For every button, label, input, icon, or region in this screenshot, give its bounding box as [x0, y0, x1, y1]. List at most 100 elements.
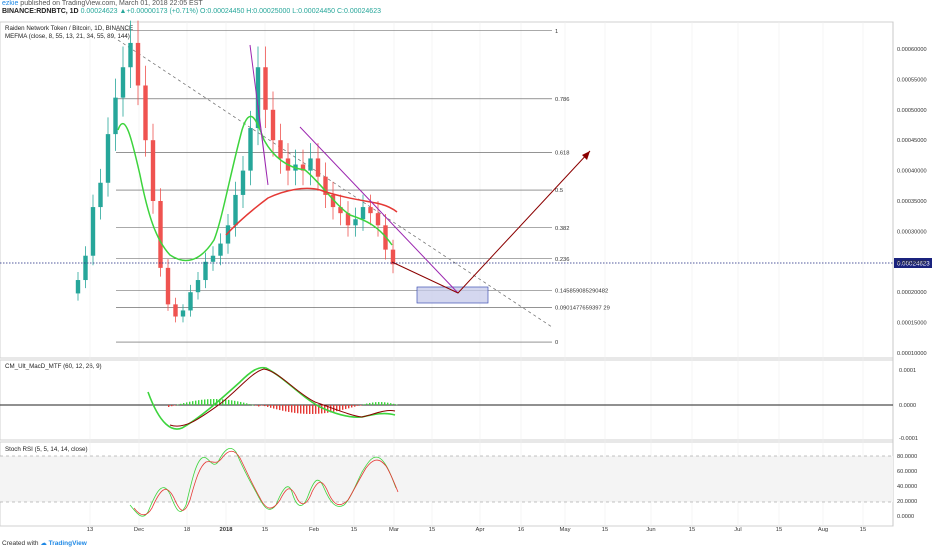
- candle-body: [210, 255, 216, 262]
- fib-level-label: 1: [555, 29, 558, 35]
- macd-bar: [276, 405, 278, 410]
- macd-bar: [234, 400, 236, 405]
- price-axis[interactable]: 0.00060000 0.00055000 0.00050000 0.00045000…: [897, 47, 927, 357]
- time-tick-label: May: [560, 527, 571, 533]
- candle-body: [113, 97, 118, 135]
- macd-bar: [369, 402, 371, 405]
- macd-bar: [192, 401, 194, 405]
- time-tick-label: 15: [262, 527, 268, 533]
- macd-bar: [321, 405, 323, 414]
- fast-ma-line: [117, 115, 393, 262]
- candle-body: [173, 304, 178, 317]
- fib-level-label: 0.786: [555, 97, 570, 103]
- candle-body: [308, 158, 313, 171]
- macd-bar: [393, 403, 395, 405]
- candles: [75, 20, 396, 323]
- macd-bar: [183, 403, 185, 405]
- macd-bar: [372, 402, 374, 405]
- macd-bar: [246, 403, 248, 405]
- macd-bar: [342, 405, 344, 410]
- macd-bar: [267, 405, 269, 407]
- price-tick-label: 0.00060000: [897, 47, 927, 53]
- macd-bar: [195, 400, 197, 405]
- price-tick-label: 0.00040000: [897, 169, 927, 175]
- dashed-trend-line[interactable]: [117, 39, 553, 328]
- macd-bar: [297, 405, 299, 414]
- candle-body: [353, 219, 358, 226]
- time-tick-label: Apr: [475, 527, 484, 533]
- created-with-text: Created with: [2, 540, 39, 547]
- macd-bar: [279, 405, 281, 411]
- macd-bar: [291, 405, 293, 413]
- candle-body: [188, 292, 193, 311]
- macd-axis[interactable]: 0.0001 0.0000 -0.0001: [899, 368, 918, 442]
- macd-bar: [348, 405, 350, 409]
- macd-bar: [198, 400, 200, 405]
- candle-body: [165, 267, 171, 305]
- tradingview-brand[interactable]: TradingView: [49, 540, 87, 547]
- macd-bar: [171, 405, 173, 407]
- macd-bar: [201, 399, 203, 405]
- macd-bar: [396, 404, 398, 406]
- candle-body: [150, 140, 156, 201]
- macd-bar: [312, 405, 314, 414]
- time-tick-label: Jul: [734, 527, 741, 533]
- macd-tick-label: -0.0001: [899, 436, 918, 442]
- macd-bar: [186, 402, 188, 405]
- time-tick-label: Feb: [309, 527, 319, 533]
- tradingview-logo-icon: ☁: [40, 540, 47, 547]
- fib-level-label: 0: [555, 340, 558, 346]
- macd-bar: [273, 405, 275, 409]
- time-tick-label: 15: [689, 527, 695, 533]
- candle-body: [158, 201, 163, 268]
- candle-body: [83, 255, 88, 281]
- candle-body: [180, 310, 186, 317]
- fib-level-label: 0.145859085290482: [555, 288, 608, 294]
- macd-bar: [300, 405, 302, 414]
- macd-bar: [363, 404, 365, 405]
- candle-body: [218, 243, 223, 256]
- macd-bar: [255, 405, 257, 406]
- macd-bar: [306, 405, 308, 414]
- candle-body: [315, 158, 321, 177]
- target-zone-box[interactable]: [416, 286, 489, 304]
- footer: Created with ☁ TradingView: [2, 539, 87, 547]
- macd-bar: [282, 405, 284, 411]
- macd-histogram: [168, 399, 398, 414]
- chart-canvas[interactable]: 1 0.786 0.618 0.5 0.382 0.236 0.14585908529048…: [0, 0, 932, 550]
- macd-line: [147, 366, 396, 430]
- macd-bar: [261, 405, 263, 406]
- macd-bar: [354, 405, 356, 407]
- candle-body: [248, 128, 253, 171]
- macd-bar: [285, 405, 287, 412]
- rsi-tick-label: 40.0000: [897, 484, 917, 490]
- candle-body: [270, 109, 276, 141]
- fib-level-label: 0.5: [555, 188, 563, 194]
- price-tick-label: 0.00035000: [897, 199, 927, 205]
- candle-body: [263, 67, 268, 110]
- macd-bar: [228, 399, 230, 405]
- macd-bar: [339, 405, 341, 411]
- time-tick-label: 15: [776, 527, 782, 533]
- macd-bar: [204, 399, 206, 405]
- candle-body: [278, 140, 283, 159]
- candle-body: [143, 85, 148, 141]
- price-tick-label: 0.00055000: [897, 77, 927, 83]
- price-tick-label: 0.00030000: [897, 229, 927, 235]
- price-tick-label: 0.00010000: [897, 351, 927, 357]
- candle-body: [135, 42, 141, 86]
- projection-arrow[interactable]: [391, 150, 591, 294]
- candle-body: [233, 194, 238, 226]
- time-tick-label: 15: [860, 527, 866, 533]
- rsi-axis[interactable]: 80.0000 60.0000 40.0000 20.0000 0.0000: [897, 454, 917, 520]
- price-tick-label: 0.00015000: [897, 321, 927, 327]
- time-tick-label: 15: [429, 527, 435, 533]
- time-axis[interactable]: 13 Dec 18 2018 15 Feb 15 Mar 15 Apr 16 May 15 Jun 15 Ju…: [87, 527, 866, 533]
- candle-body: [120, 67, 126, 98]
- macd-bar: [252, 404, 254, 406]
- purple-channel-line[interactable]: [299, 126, 459, 294]
- macd-bar: [366, 403, 368, 405]
- macd-bar: [177, 404, 179, 406]
- candle-body: [105, 134, 111, 183]
- rsi-tick-label: 0.0000: [897, 514, 914, 520]
